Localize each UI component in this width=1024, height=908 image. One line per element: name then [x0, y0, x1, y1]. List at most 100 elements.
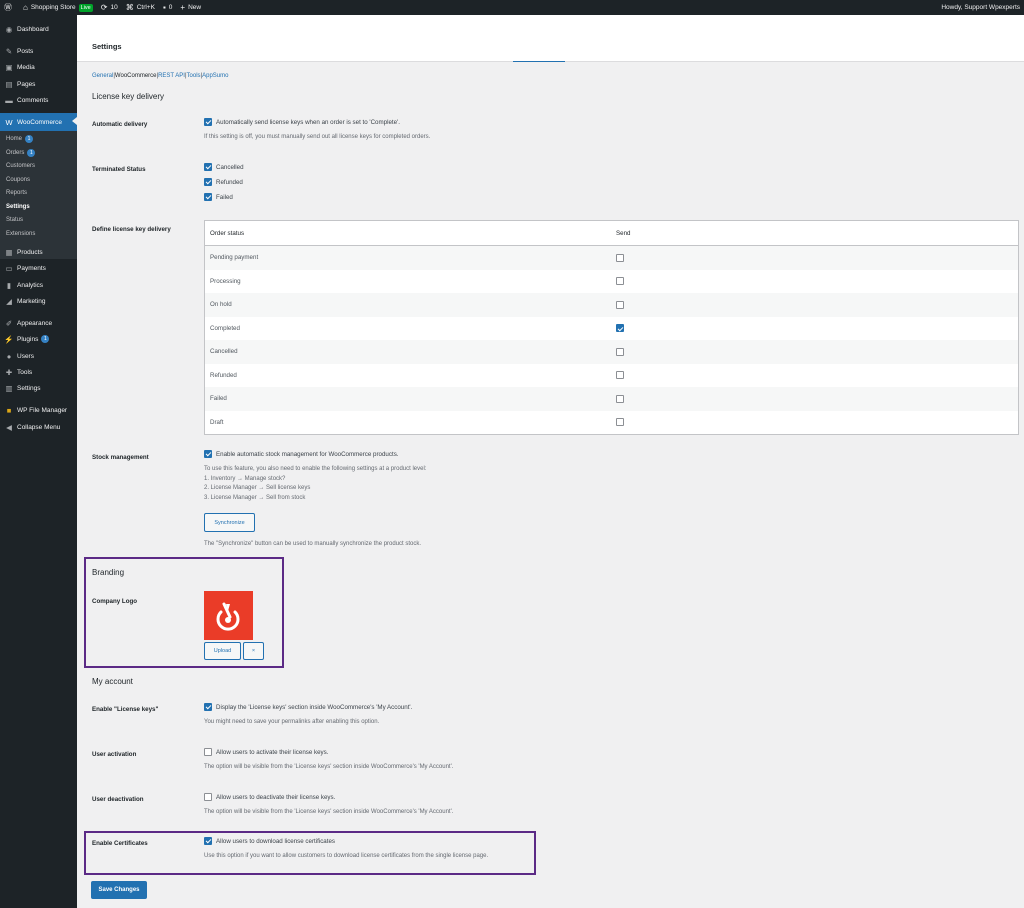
- updates-count: 10: [110, 4, 118, 11]
- menu-products[interactable]: ▦ Products: [0, 244, 77, 260]
- menu-label: Settings: [17, 384, 41, 392]
- command-palette-shortcut[interactable]: ⌘ Ctrl+K: [122, 0, 159, 15]
- subnav-woocommerce[interactable]: WooCommerce: [115, 73, 157, 79]
- menu-analytics[interactable]: ▮ Analytics: [0, 277, 77, 293]
- menu-label: Appearance: [17, 319, 53, 327]
- wp-logo-menu[interactable]: Ⓦ: [0, 0, 19, 15]
- submenu-orders[interactable]: Orders 1: [6, 147, 36, 159]
- submenu-home[interactable]: Home 1: [6, 133, 34, 145]
- menu-users[interactable]: ● Users: [0, 348, 77, 364]
- submenu-settings[interactable]: Settings: [6, 201, 30, 213]
- order-status-cell: Completed: [210, 324, 240, 332]
- menu-label: Analytics: [17, 281, 44, 289]
- automatic-delivery-label: Automatic delivery: [92, 121, 148, 128]
- send-checkbox[interactable]: [616, 394, 624, 403]
- submenu-label: Reports: [6, 190, 28, 196]
- menu-wp-file-manager[interactable]: ■ WP File Manager: [0, 402, 77, 418]
- section-my-account: My account: [92, 677, 133, 686]
- submenu-customers[interactable]: Customers: [6, 160, 35, 172]
- menu-marketing[interactable]: ◢ Marketing: [0, 293, 77, 309]
- company-logo-image: [204, 591, 253, 640]
- collapse-icon: ◀: [6, 422, 12, 432]
- submenu-extensions[interactable]: Extensions: [6, 228, 35, 240]
- terminated-refunded-checkbox[interactable]: [204, 178, 212, 186]
- menu-dashboard[interactable]: ◉ Dashboard: [0, 21, 77, 37]
- terminated-failed-checkbox[interactable]: [204, 193, 212, 201]
- menu-label: Dashboard: [17, 25, 49, 33]
- account-menu[interactable]: Howdy, Support Wpexperts: [937, 0, 1024, 15]
- send-checkbox[interactable]: [616, 371, 624, 380]
- remove-logo-button[interactable]: ×: [243, 642, 264, 660]
- checkbox-label: Enable automatic stock management for Wo…: [216, 450, 399, 458]
- user-deactivation-option: Allow users to deactivate their license …: [204, 793, 335, 801]
- home-badge: 1: [25, 135, 34, 143]
- send-checkbox[interactable]: [616, 418, 624, 427]
- send-checkbox[interactable]: [616, 253, 624, 262]
- submenu-label: Orders: [6, 150, 25, 156]
- subnav-appsumo[interactable]: AppSumo: [202, 73, 228, 79]
- order-status-cell: Refunded: [210, 371, 237, 379]
- enable-certificates-desc: Use this option if you want to allow cus…: [204, 853, 489, 859]
- submenu-coupons[interactable]: Coupons: [6, 174, 30, 186]
- subnav-general[interactable]: General: [92, 73, 113, 79]
- enable-certificates-checkbox[interactable]: [204, 837, 212, 845]
- submenu-status[interactable]: Status: [6, 214, 23, 226]
- menu-payments[interactable]: ▭ Payments: [0, 260, 77, 276]
- user-activation-checkbox[interactable]: [204, 748, 212, 756]
- upload-logo-button[interactable]: Upload: [204, 642, 241, 660]
- subnav-rest-api[interactable]: REST API: [158, 73, 185, 79]
- send-checkbox[interactable]: [616, 324, 624, 333]
- comments-menu[interactable]: ▪ 0: [159, 0, 176, 15]
- menu-label: Products: [17, 248, 43, 256]
- user-deactivation-checkbox[interactable]: [204, 793, 212, 801]
- submenu-reports[interactable]: Reports: [6, 187, 27, 199]
- menu-woocommerce[interactable]: W WooCommerce: [0, 113, 77, 131]
- new-content-menu[interactable]: + New: [176, 0, 205, 15]
- pages-icon: ▤: [5, 79, 13, 89]
- menu-tools[interactable]: ✚ Tools: [0, 364, 77, 380]
- menu-media[interactable]: ▣ Media: [0, 59, 77, 75]
- submenu-label: Coupons: [6, 177, 31, 183]
- terminated-status-label: Terminated Status: [92, 166, 146, 173]
- menu-appearance[interactable]: ✐ Appearance: [0, 315, 77, 331]
- site-name-menu[interactable]: ⌂ Shopping Store Live: [19, 0, 97, 15]
- menu-label: WooCommerce: [17, 118, 63, 126]
- updates-menu[interactable]: ⟳ 10: [97, 0, 122, 15]
- user-activation-desc: The option will be visible from the 'Lic…: [204, 764, 454, 770]
- site-name: Shopping Store: [30, 4, 76, 11]
- menu-comments[interactable]: ▬ Comments: [0, 92, 77, 108]
- send-checkbox[interactable]: [616, 277, 624, 286]
- order-status-cell: Processing: [210, 277, 241, 285]
- submenu-label: Status: [6, 217, 24, 223]
- synchronize-button[interactable]: Synchronize: [204, 513, 255, 532]
- header-active-indicator: [513, 61, 565, 62]
- new-label: New: [188, 4, 202, 11]
- subnav-tools[interactable]: Tools: [187, 73, 201, 79]
- send-checkbox[interactable]: [616, 300, 624, 309]
- stock-management-option: Enable automatic stock management for Wo…: [204, 450, 399, 458]
- menu-pages[interactable]: ▤ Pages: [0, 76, 77, 92]
- menu-posts[interactable]: ✎ Posts: [0, 43, 77, 59]
- table-row: Processing: [205, 270, 1018, 294]
- menu-plugins[interactable]: ⚡ Plugins 1: [0, 331, 77, 347]
- menu-label: Marketing: [17, 297, 46, 305]
- automatic-delivery-checkbox[interactable]: [204, 118, 212, 126]
- checkbox-label: Failed: [216, 193, 233, 201]
- admin-bar: Ⓦ ⌂ Shopping Store Live ⟳ 10 ⌘ Ctrl+K ▪ 0 + Ne…: [0, 0, 1024, 15]
- menu-settings[interactable]: ▥ Settings: [0, 380, 77, 396]
- menu-collapse[interactable]: ◀ Collapse Menu: [0, 419, 77, 435]
- settings-subnav: General | WooCommerce | REST API | Tools…: [92, 73, 228, 79]
- automatic-delivery-option: Automatically send license keys when an …: [204, 118, 400, 126]
- table-row: On hold: [205, 293, 1018, 317]
- pin-icon: ✎: [5, 46, 13, 56]
- enable-license-keys-checkbox[interactable]: [204, 703, 212, 711]
- checkbox-label: Cancelled: [216, 163, 244, 171]
- save-changes-button[interactable]: Save Changes: [91, 881, 147, 899]
- enable-certificates-option: Allow users to download license certific…: [204, 837, 335, 845]
- order-status-cell: On hold: [210, 301, 232, 309]
- settings-icon: ▥: [5, 383, 13, 393]
- stock-management-checkbox[interactable]: [204, 450, 212, 458]
- send-checkbox[interactable]: [616, 347, 624, 356]
- terminated-cancelled-option: Cancelled: [204, 163, 244, 171]
- terminated-cancelled-checkbox[interactable]: [204, 163, 212, 171]
